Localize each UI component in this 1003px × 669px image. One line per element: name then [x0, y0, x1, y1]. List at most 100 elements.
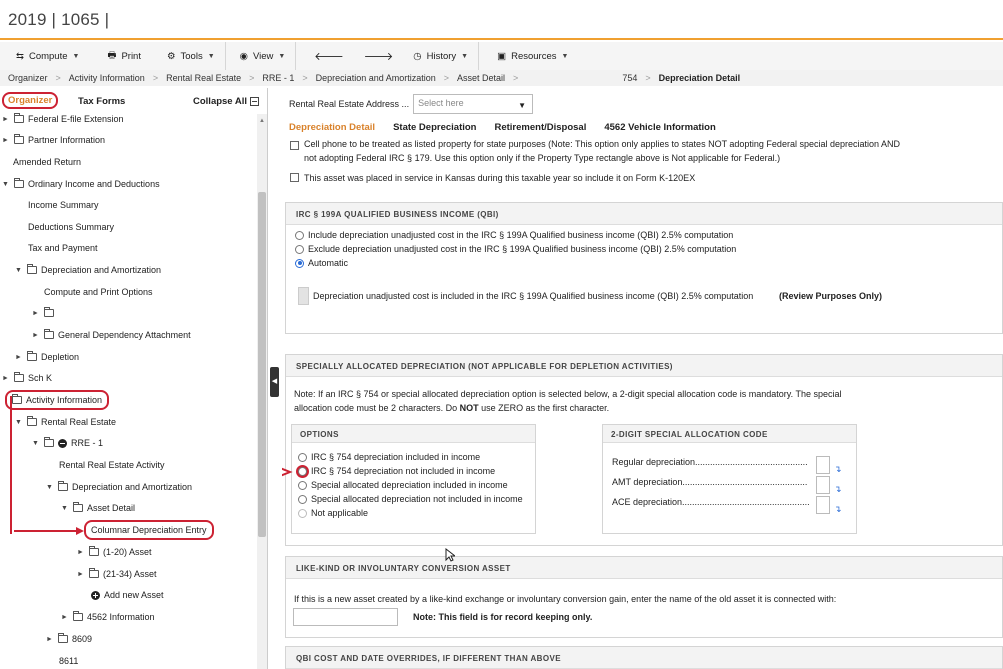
chevron-down-icon: ▼	[278, 52, 286, 60]
folder-icon	[58, 481, 68, 491]
tab-organizer[interactable]: Organizer	[2, 92, 59, 109]
folder-icon	[14, 372, 24, 382]
tree-item[interactable]: ► Partner Information	[2, 133, 105, 147]
radio-button[interactable]	[298, 452, 307, 462]
scroll-up-arrow[interactable]: ▲	[257, 118, 267, 124]
folder-icon	[73, 502, 83, 512]
breadcrumb-item[interactable]: Activity Information	[69, 73, 145, 83]
breadcrumb-item[interactable]: Organizer	[8, 73, 48, 83]
panel-collapse-handle[interactable]: ◀	[270, 367, 279, 397]
tree-item[interactable]: ► Federal E-file Extension	[2, 112, 124, 126]
option-special-included[interactable]: Special allocated depreciation included …	[298, 480, 508, 490]
kansas-checkbox[interactable]	[290, 173, 299, 182]
radio-button-selected[interactable]	[295, 258, 304, 268]
breadcrumb-item[interactable]: Asset Detail	[457, 73, 505, 83]
gear-icon: ⚙	[166, 50, 176, 62]
radio-button[interactable]	[295, 230, 304, 240]
like-kind-text: If this is a new asset created by a like…	[294, 594, 837, 604]
option-754-included[interactable]: IRC § 754 depreciation included in incom…	[298, 452, 480, 462]
radio-button[interactable]	[298, 508, 307, 518]
print-button[interactable]: 🖶 Print	[97, 42, 151, 70]
view-button[interactable]: ◉ View ▼	[230, 42, 296, 70]
add-new-asset-button[interactable]: Add new Asset	[91, 588, 164, 602]
tab-depreciation-detail[interactable]: Depreciation Detail	[289, 122, 375, 133]
chevron-right-icon: >	[645, 73, 651, 83]
resources-button[interactable]: ▣ Resources ▼	[487, 42, 578, 70]
tree-item[interactable]: ► 4562 Information	[61, 610, 155, 624]
folder-icon	[44, 307, 54, 317]
qbi-exclude-option[interactable]: Exclude depreciation unadjusted cost in …	[295, 244, 736, 254]
chevron-right-icon: ►	[46, 635, 53, 643]
scrollbar-thumb[interactable]	[258, 192, 266, 537]
back-arrow-button[interactable]: 🡐	[304, 42, 354, 70]
forward-arrow-button[interactable]: 🡒	[354, 42, 404, 70]
link-icon[interactable]: ↴	[834, 504, 842, 515]
breadcrumb-item[interactable]: Depreciation and Amortization	[316, 73, 436, 83]
qbi-review-label: (Review Purposes Only)	[779, 291, 883, 301]
tree-item[interactable]: ▼ Asset Detail	[61, 501, 135, 515]
tools-button[interactable]: ⚙ Tools ▼	[157, 42, 225, 70]
tree-item-activity-information[interactable]: Activity Information	[5, 390, 110, 410]
tree-item[interactable]: 8611	[59, 654, 78, 668]
folder-icon	[12, 394, 22, 404]
tab-retirement-disposal[interactable]: Retirement/Disposal	[494, 122, 586, 133]
breadcrumb-item[interactable]: Rental Real Estate	[166, 73, 241, 83]
chevron-right-icon: >	[302, 73, 308, 83]
tree-item[interactable]: ► (1-20) Asset	[77, 545, 152, 559]
tree-item-columnar-depreciation-entry[interactable]: Columnar Depreciation Entry	[84, 520, 214, 540]
radio-button[interactable]	[295, 244, 304, 254]
allocation-code-header: 2-DIGIT SPECIAL ALLOCATION CODE	[603, 425, 856, 443]
tree-item[interactable]: ▼ RRE - 1	[32, 436, 103, 450]
tree-item[interactable]: Deductions Summary	[28, 220, 114, 234]
compute-button[interactable]: ⇆ Compute ▼	[0, 42, 89, 70]
plus-circle-icon	[91, 590, 100, 600]
tree-item[interactable]: ► Sch K	[2, 371, 52, 385]
tree-item[interactable]: ▼ Depreciation and Amortization	[46, 480, 192, 494]
regular-depreciation-code-input[interactable]	[816, 456, 830, 474]
collapse-all-button[interactable]: Collapse All	[193, 96, 260, 107]
breadcrumb-item[interactable]: 754	[622, 73, 637, 83]
link-icon[interactable]: ↴	[834, 484, 842, 495]
tab-4562-vehicle-information[interactable]: 4562 Vehicle Information	[604, 122, 715, 133]
tree-item[interactable]: Rental Real Estate Activity	[59, 458, 165, 472]
option-not-applicable[interactable]: Not applicable	[298, 508, 368, 518]
compute-icon: ⇆	[16, 50, 24, 62]
folder-icon	[58, 633, 68, 643]
tree-item[interactable]: ► Depletion	[15, 350, 79, 364]
toolbar-divider	[478, 42, 480, 70]
tree-item[interactable]: Income Summary	[28, 198, 99, 212]
chevron-down-icon: ▼	[61, 504, 68, 512]
tab-state-depreciation[interactable]: State Depreciation	[393, 122, 476, 133]
option-special-not-included[interactable]: Special allocated depreciation not inclu…	[298, 494, 523, 504]
tree-item[interactable]: ► General Dependency Attachment	[32, 328, 191, 342]
tree-item[interactable]: ► (21-34) Asset	[77, 567, 157, 581]
tree-item[interactable]: ►	[32, 306, 58, 320]
radio-button[interactable]	[298, 494, 307, 504]
history-button[interactable]: ◷ History ▼	[403, 42, 478, 70]
old-asset-name-input[interactable]	[293, 608, 398, 626]
tree-item[interactable]: ► 8609	[46, 632, 92, 646]
tree-item[interactable]: ▼ Rental Real Estate	[15, 415, 116, 429]
cell-phone-checkbox[interactable]	[290, 141, 299, 150]
qbi-overrides-header: QBI COST AND DATE OVERRIDES, IF DIFFEREN…	[286, 647, 1002, 669]
qbi-include-option[interactable]: Include depreciation unadjusted cost in …	[295, 230, 733, 240]
tab-tax-forms[interactable]: Tax Forms	[78, 96, 125, 107]
ace-depreciation-code-input[interactable]	[816, 496, 830, 514]
tree-item[interactable]: Tax and Payment	[28, 241, 98, 255]
address-select[interactable]: Select here ▼	[413, 94, 534, 114]
link-icon[interactable]: ↴	[834, 464, 842, 475]
folder-icon	[27, 351, 37, 361]
kansas-text: This asset was placed in service in Kans…	[304, 173, 696, 183]
chevron-right-icon: ►	[77, 548, 84, 556]
chevron-right-icon: ►	[2, 136, 9, 144]
tree-item[interactable]: Compute and Print Options	[44, 285, 153, 299]
tree-item[interactable]: ▼ Depreciation and Amortization	[15, 263, 161, 277]
tree-item[interactable]: ▼ Ordinary Income and Deductions	[2, 177, 160, 191]
tree-item[interactable]: Amended Return	[13, 155, 81, 169]
radio-button[interactable]	[298, 466, 307, 476]
radio-button[interactable]	[298, 480, 307, 490]
breadcrumb-item[interactable]: RRE - 1	[262, 73, 294, 83]
amt-depreciation-code-input[interactable]	[816, 476, 830, 494]
option-754-not-included[interactable]: IRC § 754 depreciation not included in i…	[298, 466, 495, 476]
qbi-automatic-option[interactable]: Automatic	[295, 258, 348, 268]
